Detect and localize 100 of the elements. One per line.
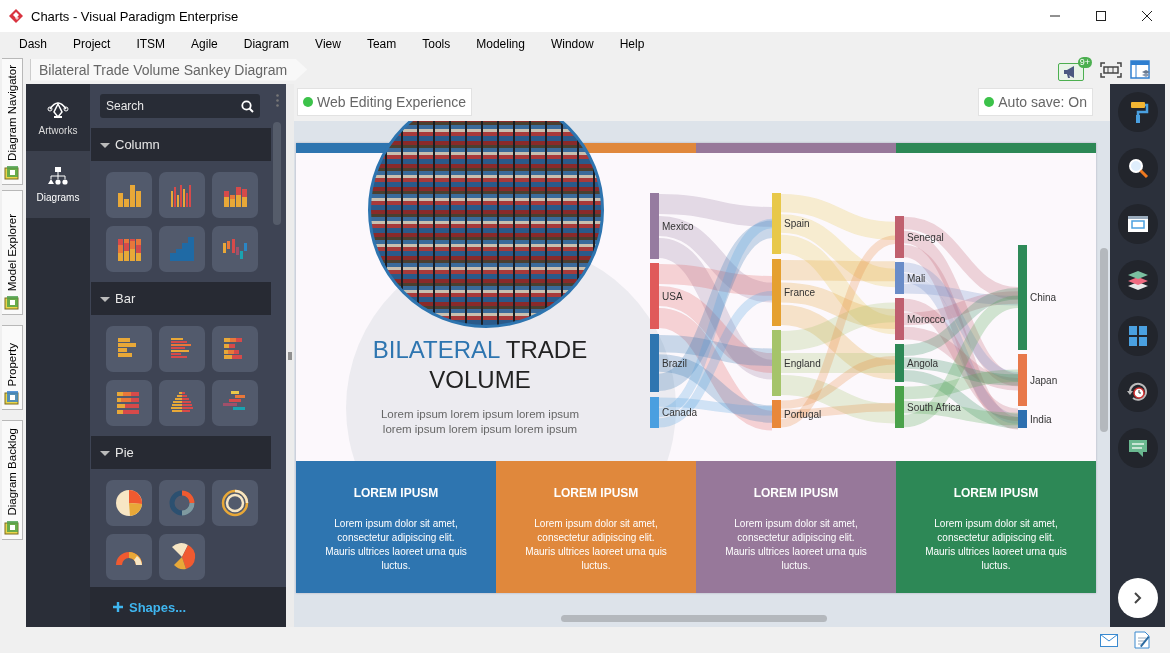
sankey-node-label: Japan bbox=[1030, 374, 1058, 386]
expand-button[interactable] bbox=[1117, 578, 1158, 618]
vertical-scrollbar-thumb[interactable] bbox=[1100, 248, 1108, 432]
horizontal-scrollbar-thumb[interactable] bbox=[561, 615, 827, 622]
layers-button[interactable] bbox=[1117, 260, 1158, 300]
column-chart-shape[interactable] bbox=[106, 172, 152, 218]
column-chart-shape[interactable] bbox=[106, 226, 152, 272]
sankey-node-label: England bbox=[784, 357, 821, 369]
scrollbar-thumb[interactable] bbox=[273, 122, 281, 225]
side-tab[interactable]: Diagram Backlog bbox=[2, 420, 23, 540]
sankey-node-label: Angola bbox=[907, 357, 939, 369]
side-tab[interactable]: Model Explorer bbox=[2, 190, 23, 315]
menu-item[interactable]: Dash bbox=[6, 36, 60, 51]
menu-item[interactable]: Agile bbox=[178, 36, 231, 51]
window-button[interactable] bbox=[1117, 204, 1158, 244]
sankey-node-label: Mali bbox=[907, 272, 926, 284]
breadcrumb[interactable]: Bilateral Trade Volume Sankey Diagram bbox=[30, 58, 308, 81]
column-chart-shape[interactable] bbox=[212, 172, 258, 218]
history-icon bbox=[1125, 380, 1150, 404]
panel-icon bbox=[4, 165, 20, 181]
menu-item[interactable]: Project bbox=[60, 36, 124, 51]
menu-item[interactable]: View bbox=[302, 36, 354, 51]
infographic-subtitle: Lorem ipsum lorem ipsum lorem ipsum lorem ipsum lorem ipsum lorem ipsum bbox=[379, 407, 581, 437]
document-edit-icon[interactable] bbox=[1134, 631, 1150, 649]
card-heading: LOREM IPUSM bbox=[353, 486, 439, 500]
maximize-icon bbox=[1096, 11, 1106, 21]
sankey-node-label: South Africa bbox=[907, 401, 961, 413]
mail-icon[interactable] bbox=[1100, 633, 1118, 647]
layout-icon[interactable] bbox=[1130, 59, 1152, 80]
plus-icon bbox=[113, 602, 123, 612]
menu-item[interactable]: Window bbox=[537, 36, 607, 51]
card-heading: LOREM IPUSM bbox=[953, 486, 1039, 500]
fit-screen-icon[interactable] bbox=[1100, 61, 1122, 78]
gauge-chart-shape[interactable] bbox=[106, 534, 152, 580]
window-title: Charts - Visual Paradigm Enterprise bbox=[31, 8, 239, 24]
section-header[interactable]: Column bbox=[91, 128, 271, 161]
column-chart-shape[interactable] bbox=[159, 172, 205, 218]
chevron-right-icon bbox=[1133, 592, 1142, 604]
status-badge: Web Editing Experience bbox=[297, 88, 473, 116]
sankey-node-label: Portugal bbox=[784, 408, 822, 420]
side-tab[interactable]: Property bbox=[2, 325, 23, 410]
status-dot-icon bbox=[984, 97, 995, 107]
menu-item[interactable]: Tools bbox=[409, 36, 464, 51]
sankey-node-label: Spain bbox=[784, 218, 810, 229]
sankey-node-label: Mexico bbox=[662, 220, 694, 232]
section-title: Pie bbox=[115, 445, 134, 460]
bar-chart-shape[interactable] bbox=[159, 326, 205, 372]
app-logo-icon bbox=[9, 9, 23, 23]
sankey-node-label: Brazil bbox=[662, 357, 687, 369]
status-badge: Auto save: On bbox=[978, 88, 1093, 116]
sankey-node-label: Senegal bbox=[907, 231, 944, 243]
bar-chart-shape[interactable] bbox=[212, 380, 258, 426]
sankey-node-label: USA bbox=[662, 290, 683, 302]
sankey-node-label: Canada bbox=[662, 407, 698, 418]
card-heading: LOREM IPUSM bbox=[753, 486, 839, 500]
donut-chart-shape[interactable] bbox=[212, 480, 258, 526]
card-text: Lorem ipsum dolor sit amet, consectetur adipiscing elit. Mauris ultrices laoreet urna quis luctus. bbox=[325, 517, 467, 573]
panel-icon bbox=[4, 520, 20, 536]
bar-chart-shape[interactable] bbox=[159, 380, 205, 426]
pie-chart-shape[interactable] bbox=[106, 480, 152, 526]
grid-button[interactable] bbox=[1117, 316, 1158, 356]
sankey-node-label: Morocco bbox=[907, 313, 946, 325]
section-title: Bar bbox=[115, 291, 136, 306]
pie-chart-shape[interactable] bbox=[159, 534, 205, 580]
infographic-title: BILATERAL TRADE VOLUME bbox=[371, 335, 589, 395]
side-tab[interactable]: Diagram Navigator bbox=[2, 58, 23, 185]
donut-chart-shape[interactable] bbox=[159, 480, 205, 526]
sankey-node-label: India bbox=[1030, 413, 1052, 425]
splitter-grip-icon[interactable] bbox=[288, 351, 292, 360]
search-button[interactable] bbox=[1117, 148, 1158, 188]
paint-roller-button[interactable] bbox=[1117, 92, 1158, 132]
search-icon bbox=[241, 100, 254, 113]
menu-item[interactable]: Diagram bbox=[230, 36, 303, 51]
bar-chart-shape[interactable] bbox=[106, 326, 152, 372]
menu-item[interactable]: Modeling bbox=[463, 36, 538, 51]
section-title: Column bbox=[115, 137, 160, 152]
card-text: Lorem ipsum dolor sit amet, consectetur adipiscing elit. Mauris ultrices laoreet urna quis luctus. bbox=[925, 517, 1067, 573]
more-options-icon[interactable] bbox=[276, 94, 279, 107]
menu-item[interactable]: Team bbox=[353, 36, 410, 51]
sankey-node-label: France bbox=[784, 287, 816, 298]
history-button[interactable] bbox=[1117, 372, 1158, 412]
section-header[interactable]: Bar bbox=[91, 282, 271, 315]
panel-icon bbox=[4, 295, 20, 311]
category-tab[interactable]: Diagrams bbox=[26, 151, 90, 218]
bar-chart-shape[interactable] bbox=[212, 326, 258, 372]
hierarchy-icon bbox=[47, 166, 69, 186]
panel-icon bbox=[4, 390, 20, 406]
bar-chart-shape[interactable] bbox=[106, 380, 152, 426]
chat-button[interactable] bbox=[1117, 428, 1158, 468]
search-field[interactable]: Search bbox=[100, 94, 260, 118]
notification-badge: 9+ bbox=[1077, 56, 1092, 68]
status-dot-icon bbox=[303, 97, 313, 107]
section-header[interactable]: Pie bbox=[91, 436, 271, 469]
close-icon bbox=[1142, 11, 1152, 21]
column-chart-shape[interactable] bbox=[212, 226, 258, 272]
card-text: Lorem ipsum dolor sit amet, consectetur adipiscing elit. Mauris ultrices laoreet urna quis luctus. bbox=[525, 517, 667, 573]
menu-item[interactable]: ITSM bbox=[123, 36, 179, 51]
menu-item[interactable]: Help bbox=[606, 36, 658, 51]
sankey-node-label: China bbox=[1030, 292, 1057, 303]
shapes-link[interactable]: Shapes... bbox=[90, 587, 286, 627]
